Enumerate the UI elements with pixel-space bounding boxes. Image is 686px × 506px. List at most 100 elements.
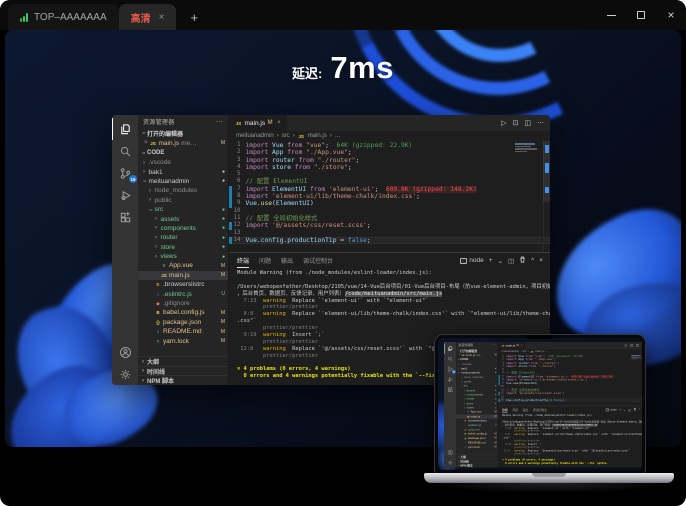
- maximize-panel-icon[interactable]: ^: [531, 257, 534, 264]
- tree-item-bak1[interactable]: ›bak1●: [456, 366, 498, 370]
- close-editor-icon[interactable]: ×: [459, 354, 461, 357]
- terminal-output[interactable]: Module Warning (from ./node_modules/esli…: [498, 413, 642, 467]
- tab-terminal[interactable]: 终端: [237, 253, 249, 268]
- tree-item-src[interactable]: ›src●: [456, 384, 498, 388]
- close-panel-icon[interactable]: ×: [539, 257, 543, 264]
- minimize-button[interactable]: [596, 0, 626, 30]
- run-file-icon[interactable]: ▷: [625, 344, 628, 348]
- tree-item-babel.config.js[interactable]: Bbabel.config.jsM: [456, 432, 498, 436]
- tree-item-yarn.lock[interactable]: Yyarn.lockM: [138, 336, 228, 345]
- tree-item-meituanadmin[interactable]: ›meituanadmin●: [138, 177, 228, 186]
- explorer-icon[interactable]: [112, 118, 138, 140]
- tree-item-assets[interactable]: ›assets●: [138, 214, 228, 223]
- minimap[interactable]: [515, 143, 541, 153]
- tree-item-package.json[interactable]: {}package.jsonM: [456, 436, 498, 440]
- code-editor[interactable]: 1import Vue from "vue"; 64K (gzipped: 22…: [229, 141, 550, 252]
- extensions-icon[interactable]: [112, 206, 138, 228]
- account-icon[interactable]: [112, 341, 138, 363]
- shell-selector[interactable]: ›_ node: [606, 408, 617, 411]
- tree-item-views[interactable]: ›views●: [456, 406, 498, 410]
- tree-item-.vscode[interactable]: ›.vscode: [456, 362, 498, 366]
- tree-item-public[interactable]: ›public: [138, 196, 228, 205]
- tree-item-.browserslistrc[interactable]: E.browserslistrc: [456, 419, 498, 423]
- maximize-button[interactable]: [626, 0, 656, 30]
- kill-terminal-icon[interactable]: [519, 256, 526, 265]
- workspace-root[interactable]: › CODE: [456, 357, 498, 362]
- tree-item-babel.config.js[interactable]: Bbabel.config.jsM: [138, 308, 228, 317]
- search-icon[interactable]: [112, 140, 138, 162]
- split-editor-icon[interactable]: ◫: [524, 119, 531, 127]
- tab-output[interactable]: 输出: [281, 253, 293, 268]
- tab-debug-console[interactable]: 调试控制台: [303, 253, 333, 268]
- terminal-dropdown-icon[interactable]: ⌄: [623, 408, 626, 412]
- tree-item-.eslintrc.js[interactable]: ○.eslintrc.jsU: [456, 423, 498, 427]
- tree-item-store[interactable]: ›store●: [138, 243, 228, 252]
- editor-tab-main-js[interactable]: JS main.js M ×: [229, 115, 287, 131]
- split-terminal-icon[interactable]: ◫: [628, 408, 631, 412]
- close-window-button[interactable]: ×: [656, 0, 686, 30]
- tree-item-.vscode[interactable]: ›.vscode: [138, 158, 228, 167]
- tab-output[interactable]: 输出: [523, 406, 529, 413]
- quality-tab[interactable]: 高清 ×: [119, 4, 177, 30]
- open-editor-main-js[interactable]: × JS main.js me… M: [456, 353, 498, 358]
- tree-item-main.js[interactable]: JSmain.jsM: [456, 414, 498, 418]
- close-editor-icon[interactable]: ×: [144, 140, 148, 146]
- tree-item-components[interactable]: ›components●: [138, 224, 228, 233]
- split-terminal-icon[interactable]: ◫: [508, 257, 514, 265]
- code-editor[interactable]: 1import Vue from "vue"; 64K (gzipped: 22…: [498, 354, 642, 406]
- tree-item-README.md[interactable]: iREADME.mdM: [138, 327, 228, 336]
- tab-problems[interactable]: 问题: [512, 406, 518, 413]
- terminal-dropdown-icon[interactable]: ⌄: [498, 257, 503, 265]
- source-control-icon[interactable]: 16: [112, 162, 138, 184]
- tree-item-.eslintrc.js[interactable]: ○.eslintrc.jsU: [138, 289, 228, 298]
- split-editor-icon[interactable]: ◫: [636, 344, 639, 348]
- run-debug-icon[interactable]: [112, 184, 138, 206]
- open-output-icon[interactable]: ⊡: [630, 344, 633, 348]
- tree-item-node_modules[interactable]: ›node_modules: [456, 375, 498, 379]
- editor-scrollbar[interactable]: [543, 141, 550, 202]
- outline-section[interactable]: › 大纲: [456, 454, 498, 458]
- tree-item-views[interactable]: ›views●: [138, 252, 228, 261]
- outline-section[interactable]: › 大纲: [138, 356, 228, 366]
- settings-gear-icon[interactable]: [444, 457, 456, 467]
- tree-item-App.vue[interactable]: VApp.vueM: [138, 261, 228, 270]
- tree-item-main.js[interactable]: JSmain.jsM: [138, 271, 228, 280]
- open-editors-section[interactable]: › 打开的编辑器: [138, 128, 228, 138]
- close-tab-icon[interactable]: ×: [521, 344, 523, 347]
- account-icon[interactable]: [444, 447, 456, 457]
- open-editors-section[interactable]: › 打开的编辑器: [456, 348, 498, 353]
- tree-item-src[interactable]: ›src●: [138, 205, 228, 214]
- open-editor-main-js[interactable]: × JS main.js me… M: [138, 138, 228, 148]
- tree-item-yarn.lock[interactable]: Yyarn.lockM: [456, 445, 498, 449]
- tree-item-router[interactable]: ›router●: [138, 233, 228, 242]
- tree-item-bak1[interactable]: ›bak1●: [138, 167, 228, 176]
- timeline-section[interactable]: › 时间线: [456, 459, 498, 463]
- tab-problems[interactable]: 问题: [259, 253, 271, 268]
- more-actions-icon[interactable]: ⋯: [537, 119, 544, 127]
- new-terminal-icon[interactable]: +: [619, 408, 621, 411]
- tree-item-.browserslistrc[interactable]: E.browserslistrc: [138, 280, 228, 289]
- search-icon[interactable]: [444, 354, 456, 364]
- tree-item-App.vue[interactable]: VApp.vueM: [456, 410, 498, 414]
- explorer-more-icon[interactable]: ⋯: [492, 343, 495, 347]
- tree-item-.gitignore[interactable]: ◆.gitignore: [138, 299, 228, 308]
- run-file-icon[interactable]: ▷: [501, 119, 506, 127]
- new-tab-button[interactable]: +: [190, 11, 198, 24]
- tree-item-components[interactable]: ›components●: [456, 393, 498, 397]
- breadcrumb[interactable]: meituanadmin › src › JS main.js › …: [498, 349, 642, 354]
- extensions-icon[interactable]: [444, 384, 456, 394]
- tree-item-README.md[interactable]: iREADME.mdM: [456, 441, 498, 445]
- tree-item-meituanadmin[interactable]: ›meituanadmin●: [456, 371, 498, 375]
- workspace-root[interactable]: › CODE: [138, 148, 228, 158]
- npm-scripts-section[interactable]: › NPM 脚本: [456, 463, 498, 467]
- run-debug-icon[interactable]: [444, 374, 456, 384]
- breadcrumb[interactable]: meituanadmin › src › JS main.js › …: [229, 131, 550, 141]
- tab-debug-console[interactable]: 调试控制台: [533, 406, 547, 413]
- close-tab-icon[interactable]: ×: [277, 120, 281, 126]
- session-tab[interactable]: TOP–AAAAAAA: [8, 4, 119, 30]
- tab-terminal[interactable]: 终端: [502, 406, 508, 413]
- tree-item-assets[interactable]: ›assets●: [456, 388, 498, 392]
- tree-item-node_modules[interactable]: ›node_modules: [138, 186, 228, 195]
- editor-tab-main-js[interactable]: JS main.js M ×: [498, 342, 525, 349]
- settings-gear-icon[interactable]: [112, 363, 138, 385]
